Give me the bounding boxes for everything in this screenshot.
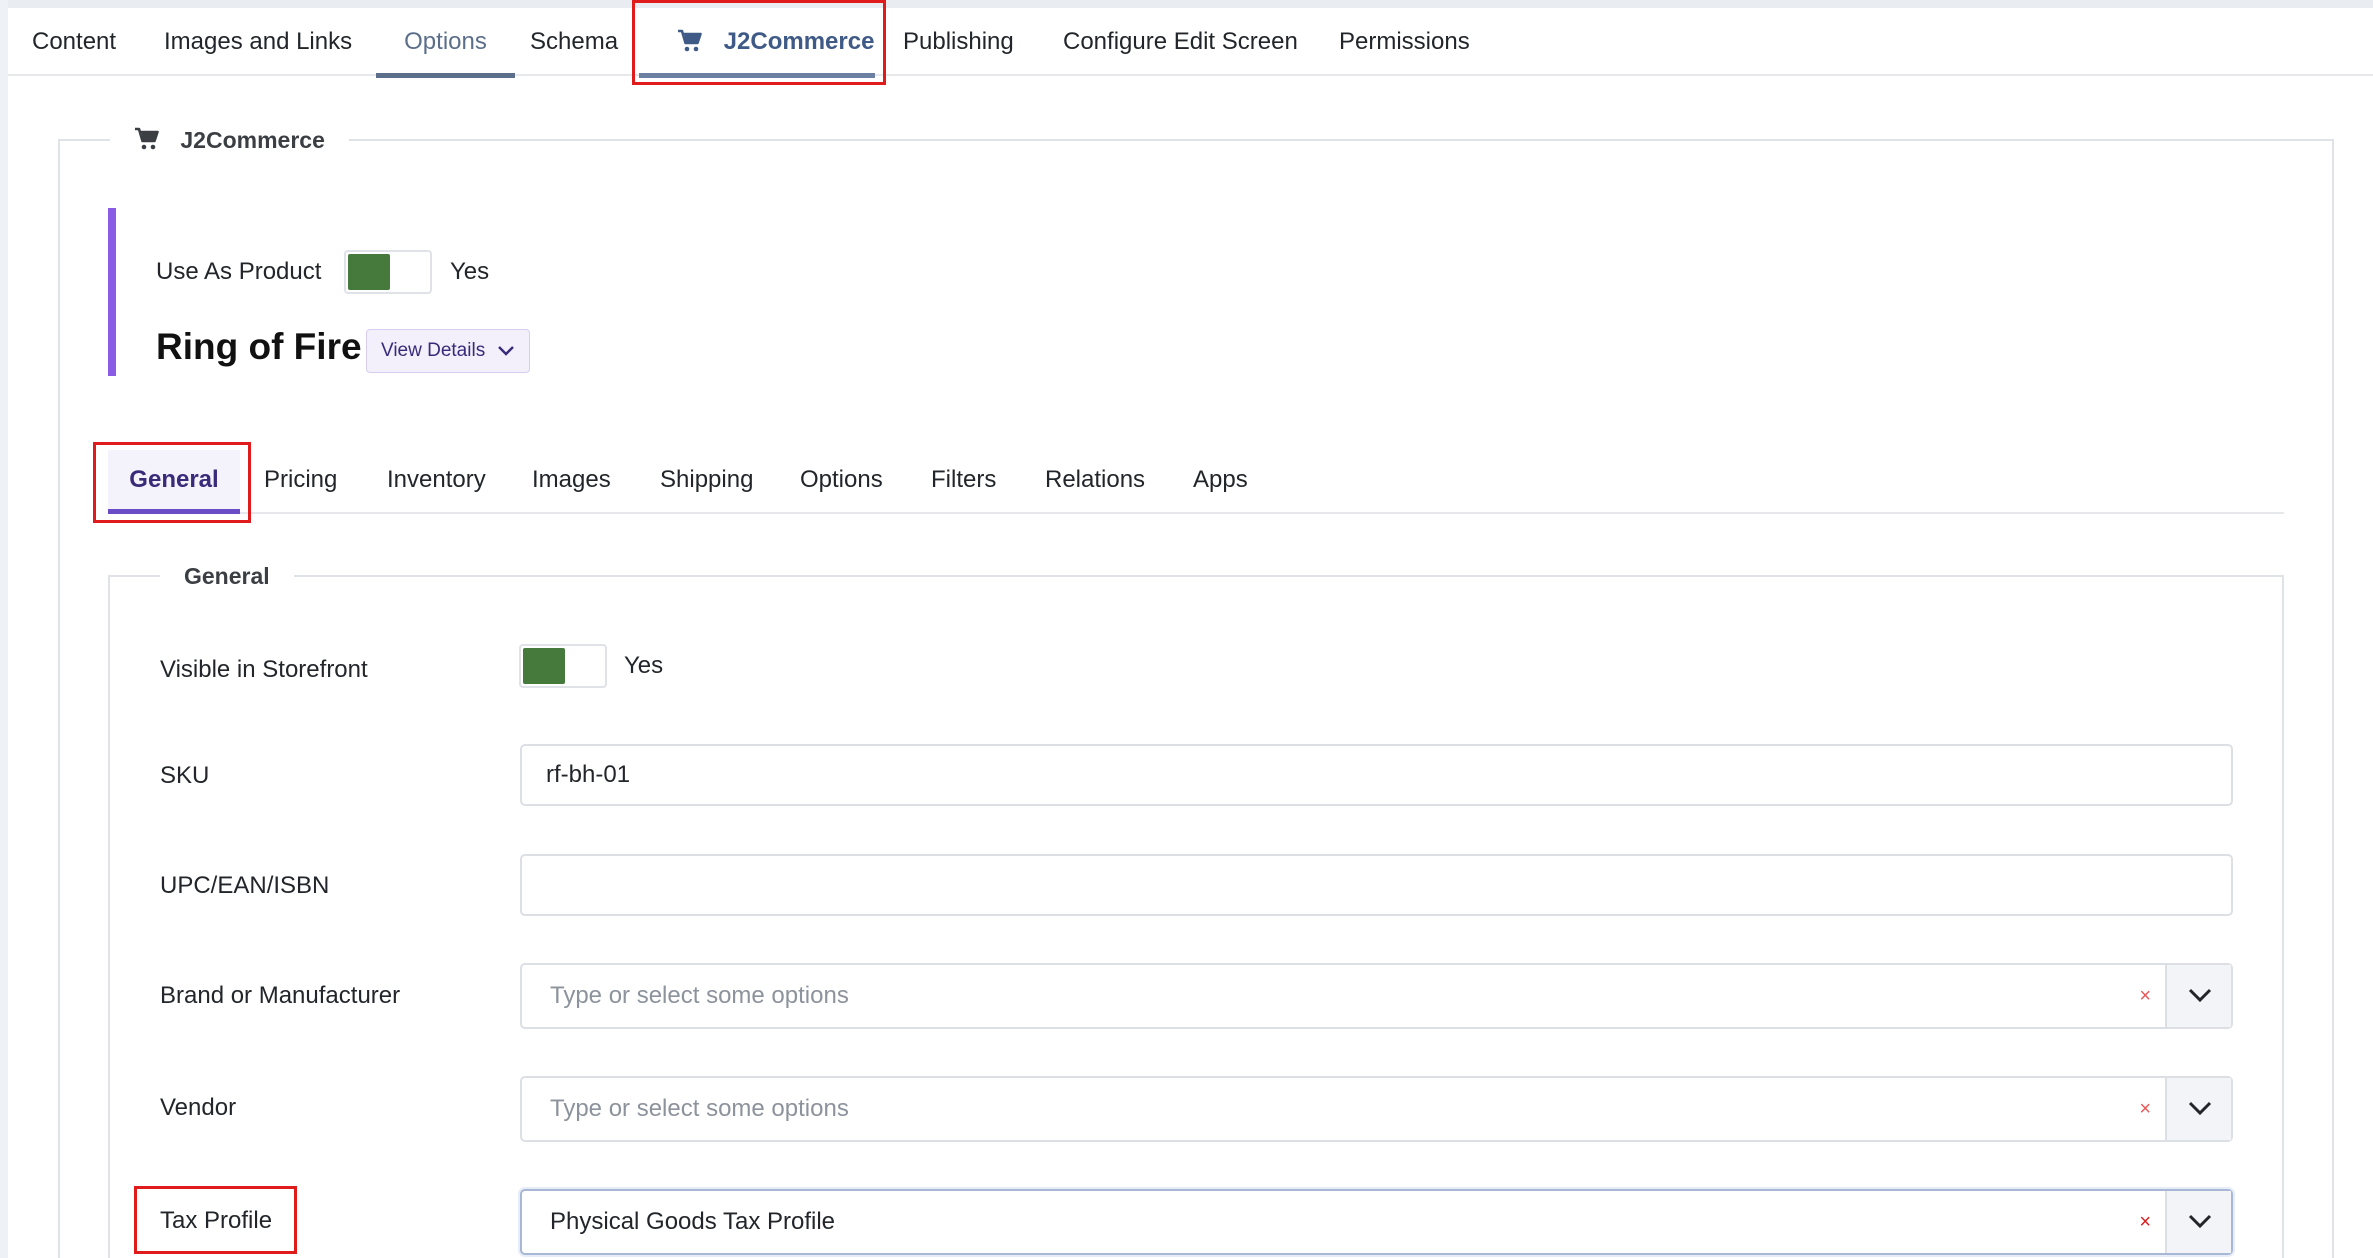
chevron-down-icon: [2188, 988, 2212, 1003]
editor-tabs: Content Images and Links Options Schema …: [8, 8, 2373, 78]
tab-options-underline: [376, 73, 515, 78]
tab-general-label: General: [129, 466, 219, 493]
tab-inventory[interactable]: Inventory: [387, 450, 486, 512]
tab-j2commerce-label: J2Commerce: [723, 28, 875, 55]
brand-dropdown-toggle[interactable]: [2165, 965, 2231, 1027]
tab-images-and-links[interactable]: Images and Links: [164, 8, 352, 76]
tab-schema[interactable]: Schema: [530, 8, 618, 76]
use-as-product-state: Yes: [450, 258, 490, 285]
vendor-select[interactable]: Type or select some options ×: [520, 1076, 2233, 1142]
j2commerce-legend-label: J2Commerce: [180, 127, 325, 153]
vendor-clear-button[interactable]: ×: [2139, 1078, 2151, 1140]
vendor-placeholder: Type or select some options: [550, 1095, 849, 1122]
tab-shipping[interactable]: Shipping: [660, 450, 753, 512]
tax-profile-value: Physical Goods Tax Profile: [550, 1208, 836, 1235]
use-as-product-toggle[interactable]: [344, 250, 432, 294]
view-details-label: View Details: [381, 340, 486, 361]
use-as-product-label: Use As Product: [156, 258, 322, 285]
tab-j2commerce[interactable]: J2Commerce: [639, 8, 875, 78]
tax-profile-clear-button[interactable]: ×: [2139, 1191, 2151, 1253]
vendor-label: Vendor: [160, 1094, 237, 1121]
brand-clear-button[interactable]: ×: [2139, 965, 2151, 1027]
tab-publishing[interactable]: Publishing: [903, 8, 1014, 76]
chevron-down-icon: [2188, 1101, 2212, 1116]
brand-select[interactable]: Type or select some options ×: [520, 963, 2233, 1029]
view-details-button[interactable]: View Details: [366, 329, 530, 373]
product-title: Ring of Fire: [156, 326, 362, 367]
tab-content[interactable]: Content: [32, 8, 116, 76]
visible-in-storefront-label: Visible in Storefront: [160, 656, 368, 683]
general-legend: General: [160, 558, 294, 594]
tab-relations[interactable]: Relations: [1045, 450, 1145, 512]
vendor-dropdown-toggle[interactable]: [2165, 1078, 2231, 1140]
tab-apps[interactable]: Apps: [1193, 450, 1248, 512]
tab-images[interactable]: Images: [532, 450, 611, 512]
tab-options-label: Options: [404, 28, 487, 55]
cart-icon: [677, 28, 724, 55]
toggle-knob: [348, 254, 390, 290]
tab-j2commerce-underline: [639, 73, 875, 78]
tab-filters[interactable]: Filters: [931, 450, 996, 512]
cart-icon: [134, 127, 180, 153]
tab-general[interactable]: General: [108, 450, 240, 514]
tab-pricing[interactable]: Pricing: [264, 450, 337, 512]
general-fieldset: [108, 575, 2284, 1258]
product-accent-bar: [108, 208, 116, 376]
window-left-strip: [0, 0, 8, 1258]
sku-input[interactable]: [520, 744, 2233, 806]
tab-options[interactable]: Options: [800, 450, 883, 512]
tax-profile-dropdown-toggle[interactable]: [2165, 1191, 2231, 1253]
brand-label: Brand or Manufacturer: [160, 982, 401, 1009]
tab-options[interactable]: Options: [376, 8, 515, 78]
tax-profile-label: Tax Profile: [160, 1207, 273, 1234]
upc-ean-isbn-input[interactable]: [520, 854, 2233, 916]
product-tabs: General Pricing Inventory Images Shippin…: [108, 450, 2284, 514]
visible-in-storefront-state: Yes: [624, 652, 664, 679]
toggle-knob: [523, 648, 565, 684]
tab-configure-edit-screen[interactable]: Configure Edit Screen: [1063, 8, 1298, 76]
chevron-down-icon: [2188, 1214, 2212, 1229]
chevron-down-icon: [498, 346, 514, 356]
tab-general-underline: [108, 509, 240, 514]
visible-in-storefront-toggle[interactable]: [519, 644, 607, 688]
j2commerce-legend: J2Commerce: [110, 120, 349, 160]
sku-label: SKU: [160, 762, 210, 789]
tab-permissions[interactable]: Permissions: [1339, 8, 1470, 76]
upc-ean-isbn-label: UPC/EAN/ISBN: [160, 872, 330, 899]
brand-placeholder: Type or select some options: [550, 982, 849, 1009]
window-top-strip: [0, 0, 2373, 8]
tax-profile-select[interactable]: Physical Goods Tax Profile ×: [520, 1189, 2233, 1255]
